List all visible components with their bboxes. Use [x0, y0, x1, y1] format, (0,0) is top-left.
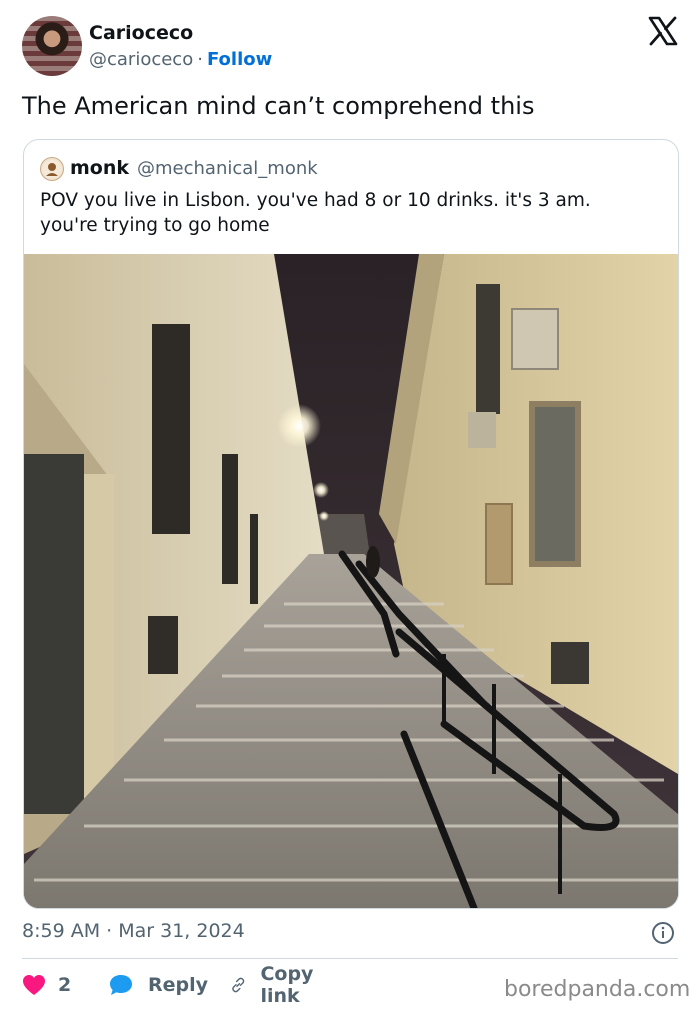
info-icon[interactable] — [651, 921, 675, 945]
reply-bubble-icon — [110, 975, 132, 995]
copy-link-label: Copy link — [260, 963, 314, 1007]
like-count: 2 — [58, 974, 72, 996]
quoted-tweet[interactable]: monk @mechanical_monk POV you live in Li… — [23, 139, 679, 909]
heart-icon — [23, 975, 45, 995]
x-logo-icon[interactable] — [648, 16, 678, 46]
author-name[interactable]: Carioceco — [89, 22, 193, 44]
tweet-text: The American mind can’t comprehend this — [22, 92, 535, 120]
watermark: boredpanda.com — [504, 977, 691, 1002]
quoted-avatar[interactable] — [40, 157, 64, 181]
author-avatar[interactable] — [22, 16, 82, 76]
lisbon-stairs-photo[interactable] — [24, 254, 678, 908]
footer-divider — [22, 958, 678, 959]
follow-button[interactable]: Follow — [207, 49, 272, 70]
reply-button[interactable]: Reply — [108, 970, 208, 1000]
monk-avatar-icon — [43, 160, 61, 178]
like-button[interactable]: 2 — [22, 970, 71, 1000]
author-handle-line: @carioceco · Follow — [89, 49, 272, 70]
reply-label: Reply — [148, 974, 209, 996]
tweet-header: Carioceco @carioceco · Follow — [22, 16, 682, 78]
quoted-text: POV you live in Lisbon. you've had 8 or … — [40, 190, 591, 236]
link-icon — [232, 977, 245, 993]
tweet-timestamp[interactable]: 8:59 AM · Mar 31, 2024 — [22, 920, 245, 942]
separator: · — [197, 49, 203, 70]
quoted-handle[interactable]: @mechanical_monk — [137, 158, 318, 179]
author-handle[interactable]: @carioceco — [89, 49, 193, 70]
quoted-name[interactable]: monk — [70, 157, 129, 179]
copy-link-button[interactable]: Copy link — [230, 963, 323, 1007]
